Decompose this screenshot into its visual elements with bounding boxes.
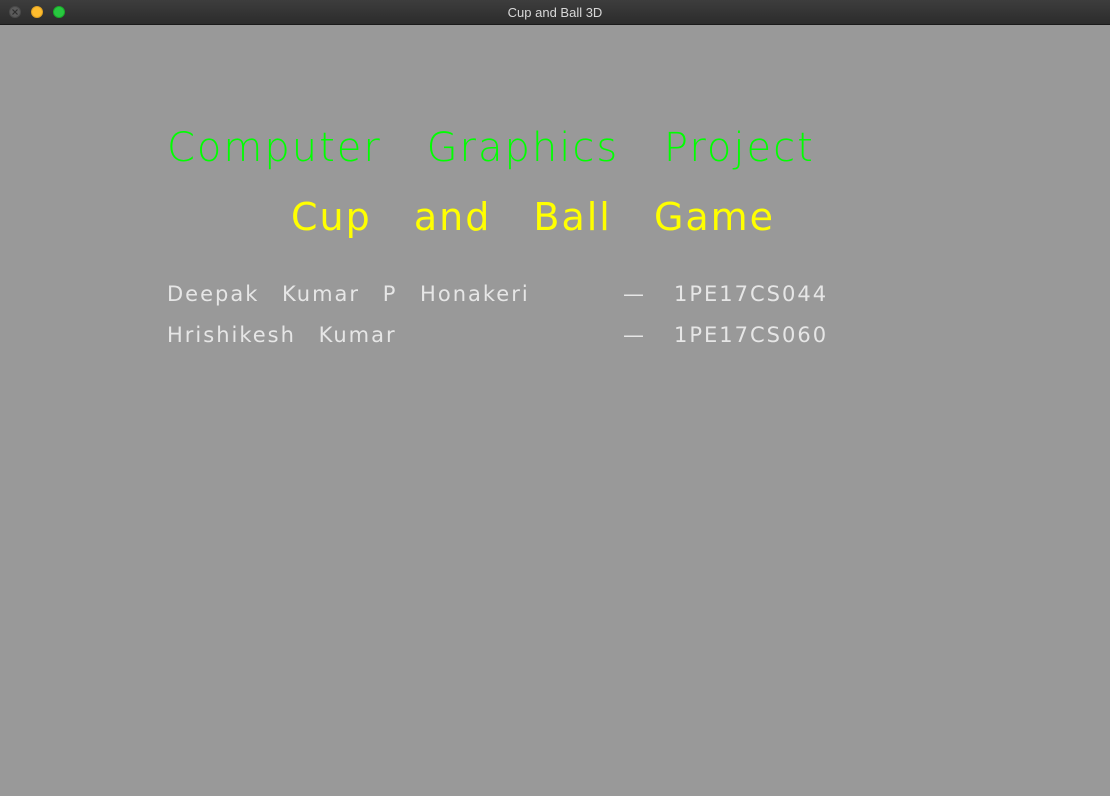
credit-separator: —: [623, 323, 646, 347]
app-window: Cup and Ball 3D Computer Graphics Projec…: [0, 0, 1110, 796]
title-bar[interactable]: Cup and Ball 3D: [0, 0, 1110, 25]
project-heading: Computer Graphics Project: [167, 125, 815, 171]
game-title: Cup and Ball Game: [291, 195, 776, 239]
credit-name: Deepak Kumar P Honakeri: [167, 282, 530, 306]
credit-name: Hrishikesh Kumar: [167, 323, 397, 347]
credit-separator: —: [623, 282, 646, 306]
credit-usn: 1PE17CS060: [674, 323, 829, 347]
credit-usn: 1PE17CS044: [674, 282, 829, 306]
window-title: Cup and Ball 3D: [507, 5, 603, 20]
game-canvas[interactable]: Computer Graphics Project Cup and Ball G…: [0, 25, 1110, 796]
